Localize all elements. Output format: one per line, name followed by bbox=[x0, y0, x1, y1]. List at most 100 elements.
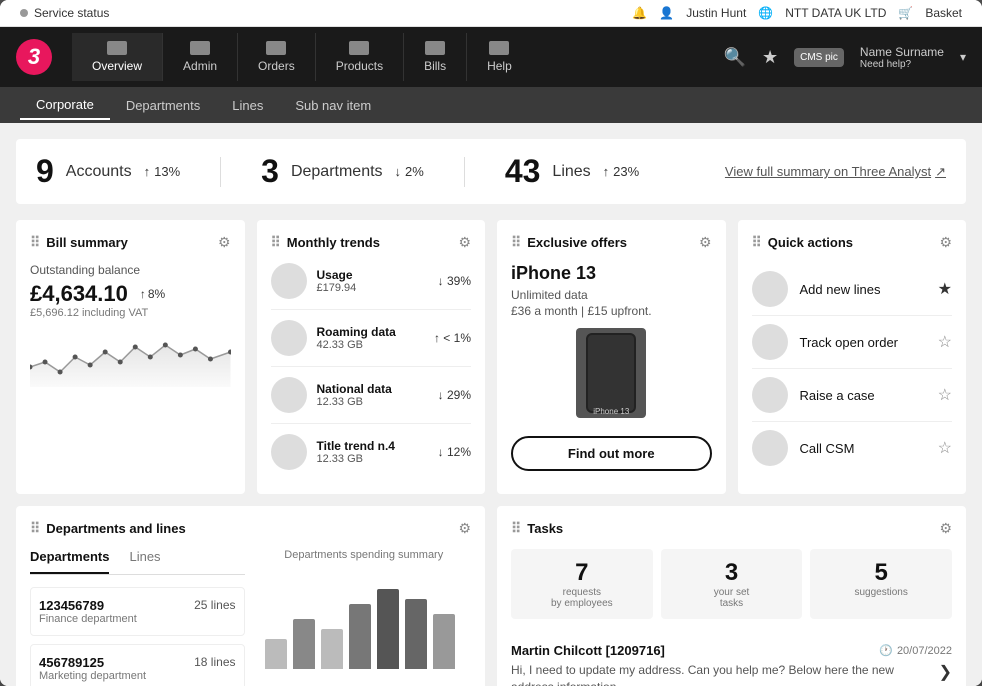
dept-tab-departments[interactable]: Departments bbox=[30, 549, 109, 574]
bell-icon[interactable]: 🔔 bbox=[632, 6, 647, 20]
subnav-lines[interactable]: Lines bbox=[216, 92, 279, 119]
trend-item-title4: Title trend n.4 12.33 GB ↓ 12% bbox=[271, 434, 472, 480]
top-company: NTT DATA UK LTD bbox=[785, 6, 886, 20]
trend-national-info: National data 12.33 GB bbox=[317, 382, 428, 408]
tasks-set-box: 3 your settasks bbox=[661, 549, 803, 619]
balance-arrow-up-icon: ↑ bbox=[140, 287, 146, 301]
action-call-csm-icon bbox=[752, 430, 788, 466]
offer-caption: iPhone 13 bbox=[593, 407, 629, 416]
monthly-trends-header: ⠿ Monthly trends ⚙ bbox=[271, 234, 472, 251]
bill-chart bbox=[30, 327, 231, 387]
nav-item-overview[interactable]: Overview bbox=[72, 33, 162, 81]
task-item-martin: Martin Chilcott [1209716] 🕐 20/07/2022 H… bbox=[511, 633, 952, 686]
chart-bar-4 bbox=[349, 604, 371, 669]
logo[interactable]: 3 bbox=[16, 39, 52, 75]
accounts-label: Accounts bbox=[66, 163, 132, 181]
user-dropdown-icon[interactable]: ▾ bbox=[960, 50, 966, 64]
help-icon bbox=[489, 41, 509, 55]
departments-lines-title: ⠿ Departments and lines bbox=[30, 520, 186, 537]
nav-item-bills[interactable]: Bills bbox=[403, 33, 466, 81]
action-star-3-icon[interactable]: ☆ bbox=[938, 438, 952, 458]
dept-item-0-info: 123456789 Finance department bbox=[39, 598, 137, 625]
dept-chart-label: Departments spending summary bbox=[257, 549, 472, 561]
nav-item-products[interactable]: Products bbox=[315, 33, 403, 81]
dept-tab-lines[interactable]: Lines bbox=[129, 549, 160, 574]
subnav-corporate[interactable]: Corporate bbox=[20, 91, 110, 120]
task-martin-person: Martin Chilcott [1209716] bbox=[511, 643, 665, 658]
tasks-suggestions-label: suggestions bbox=[820, 587, 942, 598]
top-bar-right: 🔔 👤 Justin Hunt 🌐 NTT DATA UK LTD 🛒 Bask… bbox=[632, 6, 962, 20]
action-star-0-icon[interactable]: ★ bbox=[938, 279, 952, 299]
tasks-summary: 7 requestsby employees 3 your settasks 5… bbox=[511, 549, 952, 619]
chart-bar-5 bbox=[377, 589, 399, 669]
bill-summary-card: ⠿ Bill summary ⚙ Outstanding balance £4,… bbox=[16, 220, 245, 494]
find-out-more-button[interactable]: Find out more bbox=[511, 436, 712, 471]
exclusive-offers-settings-icon[interactable]: ⚙ bbox=[699, 234, 712, 251]
accounts-arrow-up-icon bbox=[144, 164, 151, 179]
action-track-order-icon bbox=[752, 324, 788, 360]
tasks-settings-icon[interactable]: ⚙ bbox=[939, 520, 952, 537]
offer-product-name: iPhone 13 bbox=[511, 263, 712, 284]
task-martin-header: Martin Chilcott [1209716] 🕐 20/07/2022 bbox=[511, 643, 952, 658]
balance-row: £4,634.10 ↑ 8% bbox=[30, 281, 231, 307]
lines-arrow-up-icon bbox=[603, 164, 610, 179]
chart-bar-2 bbox=[293, 619, 315, 669]
bills-icon bbox=[425, 41, 445, 55]
action-list: Add new lines ★ Track open order ☆ Raise… bbox=[752, 263, 953, 474]
task-martin-date: 🕐 20/07/2022 bbox=[879, 644, 952, 657]
tasks-requests-label: requestsby employees bbox=[521, 587, 643, 609]
basket-icon: 🛒 bbox=[898, 6, 913, 20]
dept-item-1-info: 456789125 Marketing department bbox=[39, 655, 146, 682]
action-star-1-icon[interactable]: ☆ bbox=[938, 332, 952, 352]
dept-drag-icon: ⠿ bbox=[30, 520, 40, 537]
action-star-2-icon[interactable]: ☆ bbox=[938, 385, 952, 405]
bottom-grid: ⠿ Departments and lines ⚙ Departments Li… bbox=[16, 506, 966, 686]
tasks-header: ⠿ Tasks ⚙ bbox=[511, 520, 952, 537]
admin-icon bbox=[190, 41, 210, 55]
trend-usage-icon bbox=[271, 263, 307, 299]
main-content: 9 Accounts 13% 3 Departments 2% 43 Lines bbox=[0, 123, 982, 686]
service-status-label: Service status bbox=[34, 6, 109, 20]
search-icon[interactable]: 🔍 bbox=[724, 47, 746, 68]
nav-right: 🔍 ★ CMS pic Name Surname Need help? ▾ bbox=[724, 45, 966, 70]
nav-item-orders[interactable]: Orders bbox=[237, 33, 315, 81]
quick-actions-header: ⠿ Quick actions ⚙ bbox=[752, 234, 953, 251]
subnav-departments[interactable]: Departments bbox=[110, 92, 216, 119]
departments-lines-settings-icon[interactable]: ⚙ bbox=[458, 520, 471, 537]
tasks-set-label: your settasks bbox=[671, 587, 793, 609]
service-status: Service status bbox=[20, 6, 109, 20]
offer-product-image: iPhone 13 bbox=[576, 328, 646, 418]
action-track-open-order: Track open order ☆ bbox=[752, 316, 953, 369]
bill-summary-settings-icon[interactable]: ⚙ bbox=[218, 234, 231, 251]
top-basket[interactable]: Basket bbox=[925, 6, 962, 20]
monthly-trends-settings-icon[interactable]: ⚙ bbox=[458, 234, 471, 251]
tasks-title: ⠿ Tasks bbox=[511, 520, 563, 537]
quick-actions-card: ⠿ Quick actions ⚙ Add new lines ★ Track … bbox=[738, 220, 967, 494]
dept-tabs: Departments Lines bbox=[30, 549, 245, 575]
trend-item-usage: Usage £179.94 ↓ 39% bbox=[271, 263, 472, 310]
departments-arrow-down-icon bbox=[395, 164, 402, 179]
chart-bar-3 bbox=[321, 629, 343, 669]
trend-list: Usage £179.94 ↓ 39% Roaming data 42.33 G… bbox=[271, 263, 472, 480]
dept-item-0: 123456789 Finance department 25 lines bbox=[30, 587, 245, 636]
exclusive-offers-card: ⠿ Exclusive offers ⚙ iPhone 13 Unlimited… bbox=[497, 220, 726, 494]
star-icon[interactable]: ★ bbox=[762, 47, 778, 68]
subnav-subnavitem[interactable]: Sub nav item bbox=[279, 92, 387, 119]
overview-icon bbox=[107, 41, 127, 55]
quick-actions-settings-icon[interactable]: ⚙ bbox=[939, 234, 952, 251]
monthly-trends-drag-icon: ⠿ bbox=[271, 234, 281, 251]
nav-item-admin[interactable]: Admin bbox=[162, 33, 237, 81]
action-add-lines-icon bbox=[752, 271, 788, 307]
view-full-summary-link[interactable]: View full summary on Three Analyst ↗ bbox=[725, 164, 946, 180]
trend-national-icon bbox=[271, 377, 307, 413]
task-martin-arrow[interactable]: ❯ bbox=[939, 662, 952, 682]
quick-actions-drag-icon: ⠿ bbox=[752, 234, 762, 251]
exclusive-offers-title: ⠿ Exclusive offers bbox=[511, 234, 627, 251]
action-raise-case: Raise a case ☆ bbox=[752, 369, 953, 422]
nav-item-help[interactable]: Help bbox=[466, 33, 532, 81]
dept-list: Departments Lines 123456789 Finance depa… bbox=[30, 549, 245, 686]
lines-number: 43 bbox=[505, 153, 541, 190]
exclusive-offers-header: ⠿ Exclusive offers ⚙ bbox=[511, 234, 712, 251]
accounts-number: 9 bbox=[36, 153, 54, 190]
quick-actions-title: ⠿ Quick actions bbox=[752, 234, 854, 251]
